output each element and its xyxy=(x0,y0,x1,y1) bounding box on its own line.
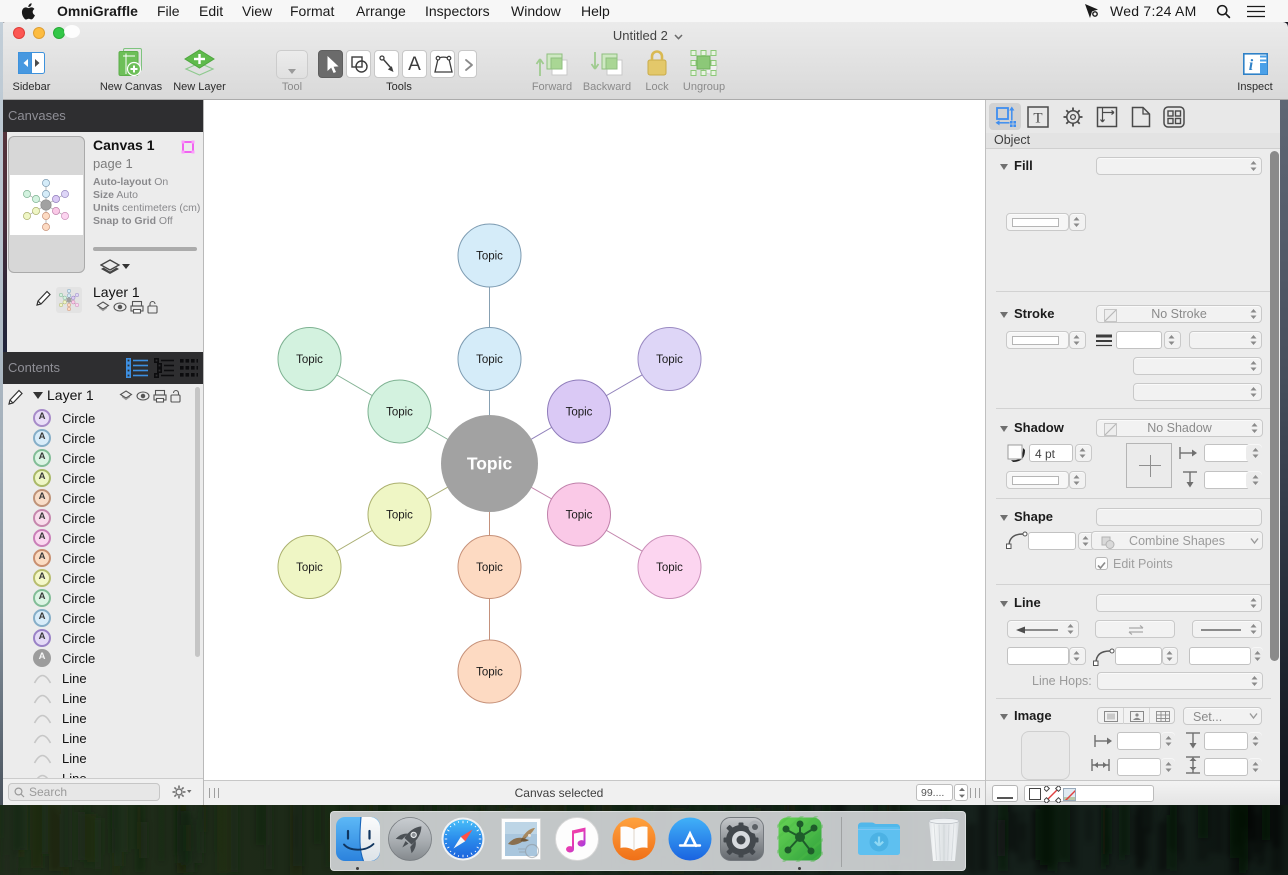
svg-text:Topic: Topic xyxy=(656,354,683,366)
svg-text:i: i xyxy=(1249,57,1254,74)
svg-text:Topic: Topic xyxy=(296,562,323,574)
svg-text:Topic: Topic xyxy=(656,562,683,574)
svg-text:T: T xyxy=(1033,111,1042,127)
svg-text:Topic: Topic xyxy=(386,510,413,522)
svg-text:Topic: Topic xyxy=(476,354,503,366)
svg-text:Topic: Topic xyxy=(467,454,513,474)
svg-text:Topic: Topic xyxy=(296,354,323,366)
svg-text:Topic: Topic xyxy=(476,562,503,574)
svg-text:Topic: Topic xyxy=(566,407,593,419)
svg-text:Topic: Topic xyxy=(476,667,503,679)
svg-text:Topic: Topic xyxy=(386,407,413,419)
svg-text:Topic: Topic xyxy=(566,510,593,522)
svg-text:Topic: Topic xyxy=(476,251,503,263)
